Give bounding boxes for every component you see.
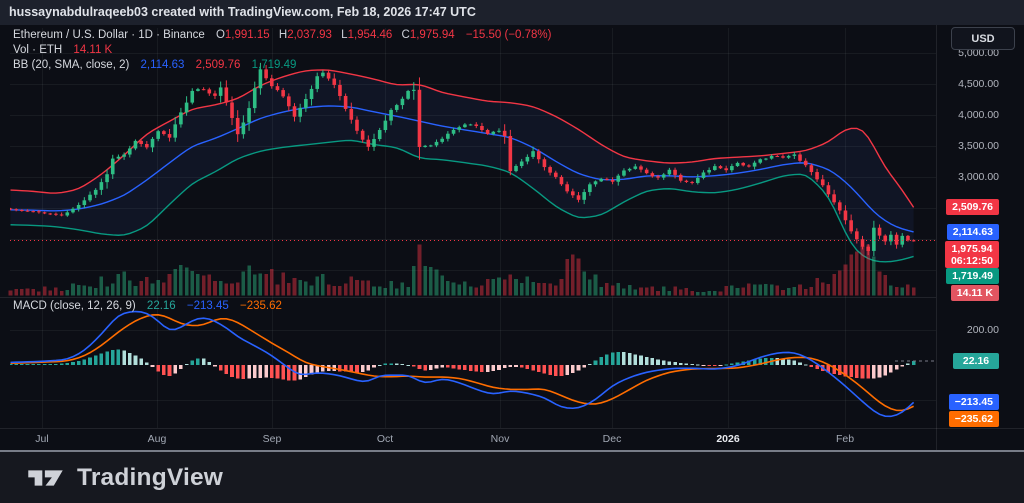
macd-legend-row[interactable]: MACD (close, 12, 26, 9) 22.16 −213.45 −2… [13,300,282,312]
price-tick: 200.00 [966,324,999,336]
currency-toggle-label: USD [971,32,995,45]
macd-label: MACD (close, 12, 26, 9) [13,300,136,312]
bb-basis-price-chip: 2,114.63 [946,224,999,240]
bb-label: BB (20, SMA, close, 2) [13,59,130,71]
bollinger-layer [10,69,915,263]
chart-canvas[interactable] [0,0,1024,503]
volume-layer [8,244,916,296]
currency-toggle-button[interactable]: USD [951,27,1015,50]
macd-signal-chip: −235.62 [948,411,999,427]
low-value: 1,954.46 [347,29,393,41]
bb-legend-row[interactable]: BB (20, SMA, close, 2) 2,114.63 2,509.76… [13,59,296,71]
volume-chip: 14.11 K [950,285,999,301]
macd-line-value: −213.45 [186,300,229,312]
symbol-legend-row[interactable]: Ethereum / U.S. Dollar · 1D · Binance O1… [13,29,551,41]
change-value: −15.50 (−0.78%) [465,29,552,41]
footer-bar: TradingView [0,450,1024,503]
tradingview-logo-icon [28,469,63,486]
high-value: 2,037.93 [287,29,332,41]
bb-lower-value: 1,719.49 [251,59,297,71]
tradingview-snapshot: hussaynabdulraqeeb03 created with Tradin… [0,0,1024,503]
macd-signal-value: −235.62 [240,300,282,312]
bb-upper-price-chip: 2,509.76 [946,199,999,215]
time-tick: 2026 [716,433,740,445]
price-tick: 3,500.00 [958,140,999,152]
grid-layer [10,28,936,428]
open-label: O [215,29,225,41]
tradingview-wordmark: TradingView [77,463,224,491]
volume-label: Vol · ETH [13,44,63,56]
volume-legend-row[interactable]: Vol · ETH 14.11 K [13,44,112,56]
time-tick: Jul [35,433,49,445]
last-price-value: 1,975.94 [951,242,993,255]
open-value: 1,991.15 [224,29,270,41]
bb-lower-price-chip: 1,719.49 [946,268,999,284]
close-value: 1,975.94 [409,29,455,41]
time-tick: Sep [262,433,282,445]
time-tick: Nov [490,433,510,445]
price-tick: 4,500.00 [958,78,999,90]
price-tick: 4,000.00 [958,109,999,121]
macd-line-chip: −213.45 [948,394,999,410]
close-label: C [401,29,410,41]
bb-upper-value: 2,509.76 [195,59,241,71]
symbol-title[interactable]: Ethereum / U.S. Dollar · 1D · Binance [13,29,205,41]
time-tick: Oct [376,433,394,445]
time-tick: Feb [835,433,855,445]
time-tick: Dec [602,433,622,445]
macd-hist-value: 22.16 [146,300,176,312]
time-tick: Aug [147,433,167,445]
bar-countdown: 06:12:50 [950,254,993,267]
price-tick: 3,000.00 [958,171,999,183]
bb-basis-value: 2,114.63 [140,59,185,71]
volume-value: 14.11 K [73,44,113,56]
high-label: H [278,29,288,41]
last-price-chip: 1,975.94 06:12:50 [944,241,999,268]
macd-hist-chip: 22.16 [953,353,999,369]
